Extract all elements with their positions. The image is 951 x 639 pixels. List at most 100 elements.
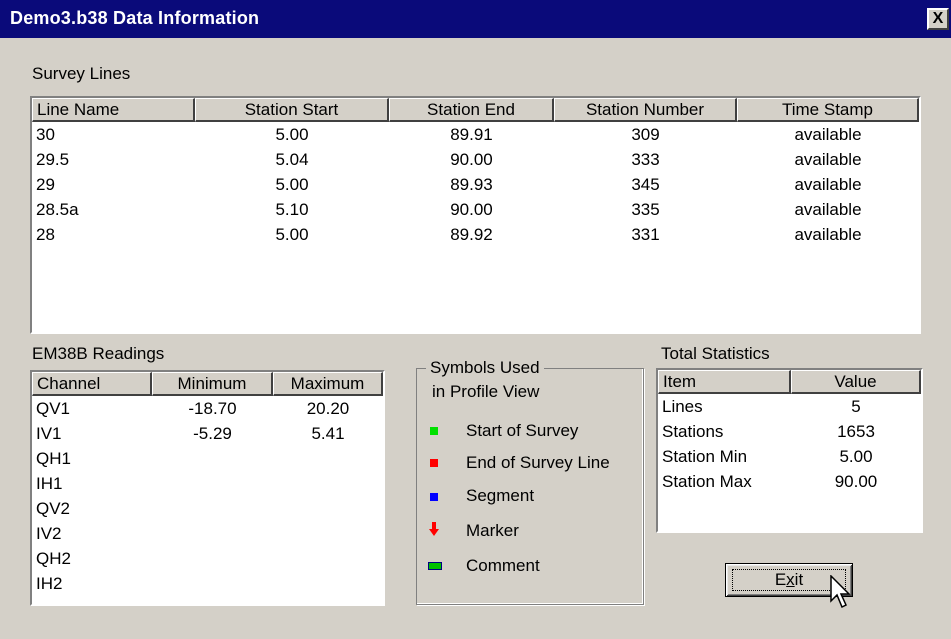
table-cell: 90.00 bbox=[834, 472, 878, 491]
symbol-label-comment: Comment bbox=[466, 556, 540, 575]
table-cell: available bbox=[794, 200, 862, 219]
green-square-icon bbox=[430, 427, 438, 435]
table-cell bbox=[273, 571, 383, 595]
survey-lines-label: Survey Lines bbox=[32, 64, 131, 83]
close-icon: X bbox=[932, 10, 944, 27]
table-cell: QV2 bbox=[36, 499, 71, 518]
comment-box-icon bbox=[428, 562, 442, 570]
table-cell: available bbox=[794, 125, 862, 144]
table-cell: QV1 bbox=[36, 399, 71, 418]
table-row[interactable]: Stations 1653 bbox=[658, 419, 921, 444]
table-cell bbox=[152, 496, 273, 520]
table-cell: -18.70 bbox=[188, 399, 237, 418]
table-cell: 90.00 bbox=[450, 150, 493, 169]
symbol-label-marker: Marker bbox=[466, 521, 519, 540]
table-cell bbox=[152, 546, 273, 570]
column-header-channel[interactable]: Channel bbox=[32, 372, 152, 396]
table-row[interactable]: QV1 -18.70 20.20 bbox=[32, 396, 383, 421]
table-cell: 1653 bbox=[837, 422, 875, 441]
table-cell: IH2 bbox=[36, 574, 63, 593]
column-header-station-number[interactable]: Station Number bbox=[554, 98, 737, 122]
table-cell: available bbox=[794, 150, 862, 169]
column-header-value[interactable]: Value bbox=[791, 370, 921, 394]
totals-table[interactable]: Item Value Lines 5 Stations 1653 Station Min… bbox=[656, 368, 923, 533]
table-cell: 345 bbox=[631, 175, 660, 194]
table-row[interactable]: QV2 bbox=[32, 496, 383, 521]
table-cell bbox=[273, 521, 383, 545]
table-cell: QH1 bbox=[36, 449, 71, 468]
table-cell: 30 bbox=[36, 125, 55, 144]
table-row[interactable]: IV2 bbox=[32, 521, 383, 546]
table-cell: 335 bbox=[631, 200, 660, 219]
column-header-maximum[interactable]: Maximum bbox=[273, 372, 383, 396]
table-cell bbox=[273, 496, 383, 520]
table-cell bbox=[273, 546, 383, 570]
table-row[interactable]: QH1 bbox=[32, 446, 383, 471]
column-header-station-start[interactable]: Station Start bbox=[195, 98, 389, 122]
table-cell: Station Max bbox=[662, 472, 752, 491]
symbols-group-subtitle: in Profile View bbox=[432, 382, 540, 401]
table-row[interactable]: 30 5.00 89.91 309 available bbox=[32, 122, 919, 147]
column-header-station-end[interactable]: Station End bbox=[389, 98, 554, 122]
readings-table[interactable]: Channel Minimum Maximum QV1 -18.70 20.20 IV… bbox=[30, 370, 385, 606]
table-row[interactable]: 29.5 5.04 90.00 333 available bbox=[32, 147, 919, 172]
table-cell: 89.93 bbox=[450, 175, 493, 194]
table-row[interactable]: Lines 5 bbox=[658, 394, 921, 419]
table-cell: IV1 bbox=[36, 424, 62, 443]
table-cell: 5.00 bbox=[839, 447, 873, 466]
survey-lines-table[interactable]: Line Name Station Start Station End Stat… bbox=[30, 96, 921, 334]
table-cell bbox=[152, 446, 273, 470]
table-row[interactable]: Station Min 5.00 bbox=[658, 444, 921, 469]
window-title: Demo3.b38 Data Information bbox=[10, 8, 260, 28]
table-cell: 5.04 bbox=[275, 150, 309, 169]
table-row[interactable]: IH1 bbox=[32, 471, 383, 496]
table-row[interactable]: 28 5.00 89.92 331 available bbox=[32, 222, 919, 247]
column-header-minimum[interactable]: Minimum bbox=[152, 372, 273, 396]
table-cell: 5 bbox=[851, 397, 861, 416]
table-cell: 89.91 bbox=[450, 125, 493, 144]
symbol-label-segment: Segment bbox=[466, 486, 535, 505]
column-header-time-stamp[interactable]: Time Stamp bbox=[737, 98, 919, 122]
title-bar: Demo3.b38 Data Information X bbox=[0, 0, 951, 38]
table-cell: 333 bbox=[631, 150, 660, 169]
table-cell bbox=[152, 571, 273, 595]
table-cell: 20.20 bbox=[306, 399, 350, 418]
table-row[interactable]: Station Max 90.00 bbox=[658, 469, 921, 494]
symbols-group-title: Symbols Used bbox=[426, 356, 544, 380]
red-down-arrow-icon bbox=[429, 522, 439, 536]
table-cell: 5.10 bbox=[275, 200, 309, 219]
table-row[interactable]: 29 5.00 89.93 345 available bbox=[32, 172, 919, 197]
table-row[interactable]: IV1 -5.29 5.41 bbox=[32, 421, 383, 446]
symbol-label-end: End of Survey Line bbox=[466, 453, 610, 472]
column-header-line-name[interactable]: Line Name bbox=[32, 98, 195, 122]
table-row[interactable]: QH2 bbox=[32, 546, 383, 571]
table-cell: 309 bbox=[631, 125, 660, 144]
close-button[interactable]: X bbox=[927, 8, 949, 30]
table-cell: 331 bbox=[631, 225, 660, 244]
table-cell: available bbox=[794, 225, 862, 244]
table-cell: Lines bbox=[662, 397, 703, 416]
table-cell: 5.00 bbox=[275, 125, 309, 144]
table-cell: QH2 bbox=[36, 549, 71, 568]
table-row[interactable]: IH2 bbox=[32, 571, 383, 596]
focus-rect bbox=[732, 569, 846, 591]
table-cell: 5.00 bbox=[275, 225, 309, 244]
totals-label: Total Statistics bbox=[661, 344, 770, 363]
table-cell: 29.5 bbox=[36, 150, 70, 169]
table-cell: IH1 bbox=[36, 474, 63, 493]
table-cell: 28 bbox=[36, 225, 55, 244]
table-cell: Stations bbox=[662, 422, 724, 441]
mouse-pointer-icon bbox=[830, 575, 851, 609]
blue-square-icon bbox=[430, 493, 438, 501]
symbol-label-start: Start of Survey bbox=[466, 421, 579, 440]
table-cell: 90.00 bbox=[450, 200, 493, 219]
table-cell: 29 bbox=[36, 175, 55, 194]
table-row[interactable]: 28.5a 5.10 90.00 335 available bbox=[32, 197, 919, 222]
table-cell bbox=[273, 471, 383, 495]
table-cell: available bbox=[794, 175, 862, 194]
column-header-item[interactable]: Item bbox=[658, 370, 791, 394]
table-cell: 5.41 bbox=[311, 424, 345, 443]
table-cell: IV2 bbox=[36, 524, 62, 543]
table-cell: Station Min bbox=[662, 447, 748, 466]
readings-label: EM38B Readings bbox=[32, 344, 165, 363]
